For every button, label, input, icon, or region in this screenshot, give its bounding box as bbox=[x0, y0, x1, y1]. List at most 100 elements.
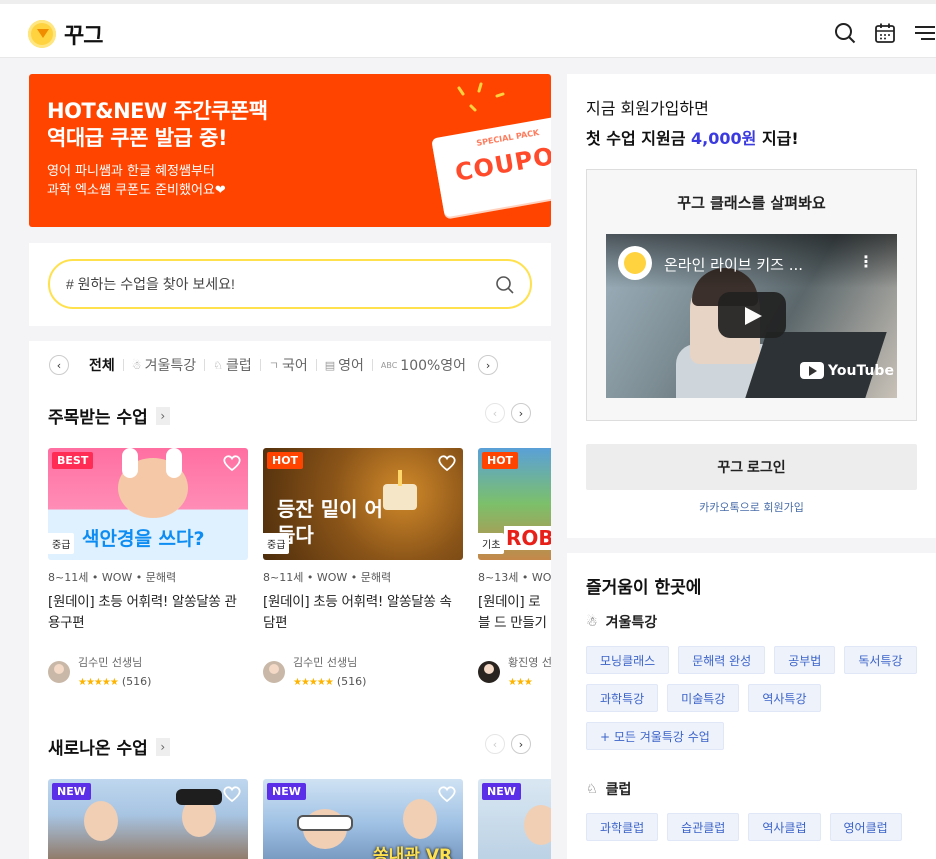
teacher-name: 김수민 선생님 bbox=[78, 656, 143, 669]
class-meta: 8~13세 • WOW bbox=[478, 571, 551, 584]
teacher-name: 김수민 선생님 bbox=[293, 656, 358, 669]
heart-icon[interactable] bbox=[437, 454, 457, 472]
tab-winter[interactable]: ☃ 겨울특강 bbox=[132, 355, 196, 375]
tag-reading[interactable]: 독서특강 bbox=[844, 646, 917, 674]
heart-icon[interactable] bbox=[437, 785, 457, 803]
tag-english-club[interactable]: 영어클럽 bbox=[829, 813, 902, 841]
featured-nav: ‹ › bbox=[485, 403, 531, 423]
search-icon[interactable] bbox=[834, 22, 856, 44]
search-section bbox=[29, 243, 551, 326]
rating-stars: ★★★ bbox=[508, 677, 533, 688]
category-prev-button[interactable]: ‹ bbox=[49, 355, 69, 375]
banner-desc-line1: 영어 파니쌤과 한글 혜정쌤부터 bbox=[47, 164, 215, 179]
more-options-icon[interactable]: ⋮ bbox=[858, 252, 874, 271]
channel-logo-icon[interactable] bbox=[618, 246, 652, 280]
tab-all[interactable]: 전체 bbox=[89, 355, 115, 375]
class-meta: 8~11세 • WOW • 문해력 bbox=[263, 571, 392, 584]
featured-prev-button[interactable]: ‹ bbox=[485, 403, 505, 423]
featured-title-text: 주목받는 수업 bbox=[48, 408, 148, 428]
hot-badge: HOT bbox=[267, 452, 304, 469]
video-title[interactable]: 온라인 라이브 키즈 ... bbox=[664, 254, 803, 275]
tab-label: 국어 bbox=[281, 358, 308, 374]
class-card[interactable]: HOT ROBL 기초 8~13세 • WOW [원데이] 로블 드 만들기 황… bbox=[478, 448, 551, 689]
class-card[interactable]: BEST 색안경을 쓰다? 중급 8~11세 • WOW • 문해력 [원데이]… bbox=[48, 448, 248, 689]
avatar bbox=[263, 660, 285, 683]
youtube-icon bbox=[800, 362, 824, 379]
class-thumbnail: NEW bbox=[48, 779, 248, 859]
tag-history-club[interactable]: 역사클럽 bbox=[748, 813, 821, 841]
new-prev-button[interactable]: ‹ bbox=[485, 734, 505, 754]
class-thumbnail: HOT 등잔 밑이 어둡다 중급 bbox=[263, 448, 463, 560]
group-title-club[interactable]: ♘ 클럽 bbox=[586, 779, 631, 799]
featured-next-button[interactable]: › bbox=[511, 403, 531, 423]
abc-icon: ABC bbox=[380, 360, 398, 370]
fun-panel: 즐거움이 한곳에 ☃ 겨울특강 모닝클래스 문해력 완성 공부법 독서특강 과학… bbox=[567, 553, 936, 859]
class-card[interactable]: NEW bbox=[478, 779, 551, 859]
tab-english-100[interactable]: ABC 100%영어 bbox=[381, 355, 466, 375]
level-badge: 기초 bbox=[478, 533, 505, 554]
tag-art[interactable]: 미술특강 bbox=[667, 684, 740, 712]
tag-habit-club[interactable]: 습관클럽 bbox=[667, 813, 740, 841]
explore-title: 꾸그 클래스를 살펴봐요 bbox=[677, 194, 826, 212]
tab-english[interactable]: ▤ 영어 bbox=[325, 355, 364, 375]
tag-all-winter[interactable]: + 모든 겨울특강 수업 bbox=[586, 722, 724, 750]
class-title: [원데이] 초등 어휘력! 알쏭달쏭 관용구편 bbox=[48, 594, 237, 631]
thumbnail-title: 등잔 밑이 어둡다 bbox=[277, 497, 383, 547]
promo-banner[interactable]: HOT&NEW 주간쿠폰팩 역대급 쿠폰 발급 중! 영어 파니쌤과 한글 혜정… bbox=[29, 74, 551, 227]
video-player[interactable]: 온라인 라이브 키즈 ... ⋮ YouTube bbox=[606, 234, 897, 398]
class-title: [원데이] 로블 드 만들기 bbox=[478, 594, 547, 631]
heart-icon[interactable] bbox=[222, 454, 242, 472]
new-section-title[interactable]: 새로나온 수업 › bbox=[48, 734, 170, 759]
tag-study-method[interactable]: 공부법 bbox=[774, 646, 836, 674]
tag-literacy[interactable]: 문해력 완성 bbox=[678, 646, 766, 674]
tab-club[interactable]: ♘ 클럽 bbox=[213, 355, 252, 375]
tab-korean[interactable]: ㄱ 국어 bbox=[269, 355, 308, 375]
logo[interactable]: 꾸그 bbox=[28, 18, 103, 50]
class-title: [원데이] 초등 어휘력! 알쏭달쏭 속담편 bbox=[263, 594, 452, 631]
heart-icon[interactable] bbox=[222, 785, 242, 803]
tag-science[interactable]: 과학특강 bbox=[586, 684, 659, 712]
search-input[interactable] bbox=[48, 259, 532, 309]
class-catalog: ‹ 전체 ☃ 겨울특강 ♘ 클럽 ㄱ 국어 ▤ 영어 ABC 100%영어 › 주목받는 … bbox=[29, 341, 551, 859]
avatar bbox=[48, 660, 70, 683]
teacher-info: 황진영 선 ★★★ bbox=[478, 654, 551, 689]
level-badge: 중급 bbox=[263, 533, 290, 554]
banner-description: 영어 파니쌤과 한글 혜정쌤부터 과학 엑소쌤 쿠폰도 준비했어요❤ bbox=[47, 162, 226, 200]
calendar-icon[interactable] bbox=[874, 22, 896, 44]
tag-science-club[interactable]: 과학클럽 bbox=[586, 813, 659, 841]
class-card[interactable]: NEW bbox=[48, 779, 248, 859]
new-next-button[interactable]: › bbox=[511, 734, 531, 754]
class-thumbnail: HOT ROBL 기초 bbox=[478, 448, 551, 560]
kakao-signup-link[interactable]: 카카오톡으로 회원가입 bbox=[567, 499, 936, 515]
level-badge: 중급 bbox=[48, 533, 75, 554]
snowman-icon: ☃ bbox=[131, 358, 142, 372]
search-icon[interactable] bbox=[495, 275, 515, 295]
play-button-icon[interactable] bbox=[718, 292, 786, 338]
new-badge: NEW bbox=[482, 783, 521, 800]
rating-stars: ★★★★★ bbox=[78, 677, 119, 688]
youtube-logo[interactable]: YouTube bbox=[800, 362, 894, 379]
category-next-button[interactable]: › bbox=[478, 355, 499, 375]
menu-icon[interactable] bbox=[914, 22, 936, 44]
class-thumbnail: NEW 쏭내관 VR bbox=[263, 779, 463, 859]
tab-label: 겨울특강 bbox=[144, 358, 197, 374]
class-card[interactable]: HOT 등잔 밑이 어둡다 중급 8~11세 • WOW • 문해력 [원데이]… bbox=[263, 448, 463, 689]
class-card[interactable]: NEW 쏭내관 VR bbox=[263, 779, 463, 859]
class-thumbnail: NEW bbox=[478, 779, 551, 859]
youtube-wordmark: YouTube bbox=[828, 362, 894, 379]
tab-label: 클럽 bbox=[226, 358, 252, 374]
group-title-winter[interactable]: ☃ 겨울특강 bbox=[586, 612, 657, 632]
featured-section-title[interactable]: 주목받는 수업 › bbox=[48, 403, 170, 428]
tag-history[interactable]: 역사특강 bbox=[748, 684, 821, 712]
tag-morning-class[interactable]: 모닝클래스 bbox=[586, 646, 670, 674]
banner-title-line2: 역대급 쿠폰 발급 중! bbox=[47, 126, 228, 150]
hot-badge: HOT bbox=[482, 452, 519, 469]
teacher-info: 김수민 선생님 ★★★★★ (516) bbox=[263, 654, 463, 689]
class-meta: 8~11세 • WOW • 문해력 bbox=[48, 571, 177, 584]
chevron-right-icon: › bbox=[155, 737, 170, 756]
english-icon: ▤ bbox=[324, 358, 336, 372]
new-badge: NEW bbox=[267, 783, 306, 800]
login-button[interactable]: 꾸그 로그인 bbox=[586, 444, 917, 490]
coupon-graphic: SPECIAL PACK COUPON bbox=[431, 114, 551, 218]
best-badge: BEST bbox=[52, 452, 94, 469]
